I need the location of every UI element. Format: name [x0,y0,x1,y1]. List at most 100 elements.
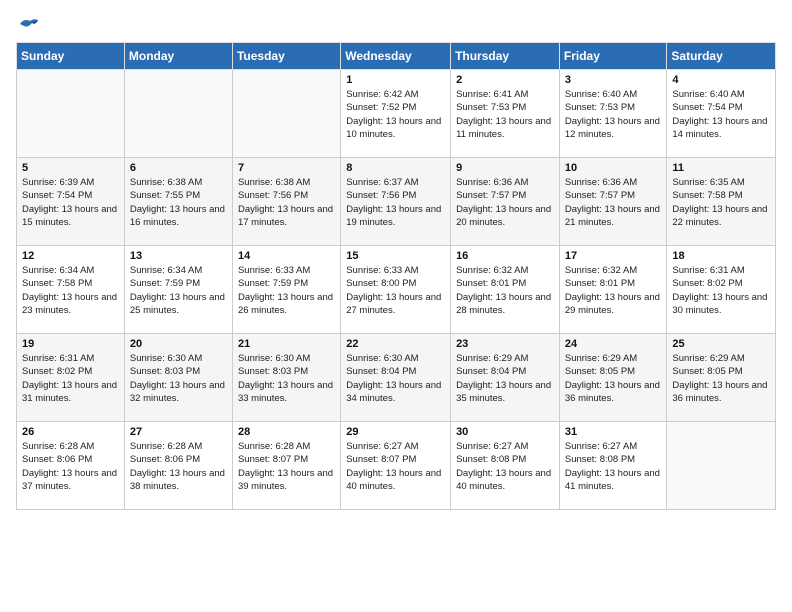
day-number: 5 [22,162,119,174]
day-info: Sunrise: 6:27 AM Sunset: 8:08 PM Dayligh… [565,440,662,493]
day-number: 12 [22,250,119,262]
day-info: Sunrise: 6:40 AM Sunset: 7:54 PM Dayligh… [672,88,770,141]
column-header-wednesday: Wednesday [341,43,451,70]
page-header [16,16,776,30]
calendar-cell: 27 Sunrise: 6:28 AM Sunset: 8:06 PM Dayli… [124,422,232,510]
calendar-cell: 19 Sunrise: 6:31 AM Sunset: 8:02 PM Dayli… [17,334,125,422]
calendar-cell: 22Sunrise: 6:30 AM Sunset: 8:04 PM Dayli… [341,334,451,422]
day-info: Sunrise: 6:29 AM Sunset: 8:05 PM Dayligh… [672,352,770,405]
day-number: 2 [456,74,554,86]
day-number: 1 [346,74,445,86]
day-number: 30 [456,426,554,438]
calendar-cell: 29Sunrise: 6:27 AM Sunset: 8:07 PM Dayli… [341,422,451,510]
column-header-tuesday: Tuesday [232,43,340,70]
column-header-friday: Friday [559,43,667,70]
day-number: 14 [238,250,335,262]
day-number: 7 [238,162,335,174]
calendar-cell: 12Sunrise: 6:34 AM Sunset: 7:58 PM Dayli… [17,246,125,334]
calendar-cell: 3Sunrise: 6:40 AM Sunset: 7:53 PM Daylig… [559,70,667,158]
calendar-cell: 10Sunrise: 6:36 AM Sunset: 7:57 PM Dayli… [559,158,667,246]
day-info: Sunrise: 6:38 AM Sunset: 7:55 PM Dayligh… [130,176,227,229]
calendar-cell: 7 Sunrise: 6:38 AM Sunset: 7:56 PM Daylig… [232,158,340,246]
day-info: Sunrise: 6:29 AM Sunset: 8:04 PM Dayligh… [456,352,554,405]
calendar-cell: 9 Sunrise: 6:36 AM Sunset: 7:57 PM Daylig… [451,158,560,246]
calendar-cell: 21 Sunrise: 6:30 AM Sunset: 8:03 PM Dayli… [232,334,340,422]
day-number: 24 [565,338,662,350]
calendar-cell: 1 Sunrise: 6:42 AM Sunset: 7:52 PM Daylig… [341,70,451,158]
calendar-week-4: 26 Sunrise: 6:28 AM Sunset: 8:06 PM Dayli… [17,422,776,510]
day-info: Sunrise: 6:38 AM Sunset: 7:56 PM Dayligh… [238,176,335,229]
day-number: 20 [130,338,227,350]
calendar-cell: 15Sunrise: 6:33 AM Sunset: 8:00 PM Dayli… [341,246,451,334]
calendar-cell: 24 Sunrise: 6:29 AM Sunset: 8:05 PM Dayli… [559,334,667,422]
day-info: Sunrise: 6:31 AM Sunset: 8:02 PM Dayligh… [672,264,770,317]
calendar-cell: 4 Sunrise: 6:40 AM Sunset: 7:54 PM Daylig… [667,70,776,158]
day-info: Sunrise: 6:27 AM Sunset: 8:08 PM Dayligh… [456,440,554,493]
day-info: Sunrise: 6:32 AM Sunset: 8:01 PM Dayligh… [456,264,554,317]
day-info: Sunrise: 6:29 AM Sunset: 8:05 PM Dayligh… [565,352,662,405]
calendar-cell: 17 Sunrise: 6:32 AM Sunset: 8:01 PM Dayli… [559,246,667,334]
day-number: 27 [130,426,227,438]
day-info: Sunrise: 6:27 AM Sunset: 8:07 PM Dayligh… [346,440,445,493]
day-info: Sunrise: 6:32 AM Sunset: 8:01 PM Dayligh… [565,264,662,317]
calendar-cell: 8 Sunrise: 6:37 AM Sunset: 7:56 PM Daylig… [341,158,451,246]
calendar-week-2: 12Sunrise: 6:34 AM Sunset: 7:58 PM Dayli… [17,246,776,334]
calendar-cell: 2 Sunrise: 6:41 AM Sunset: 7:53 PM Daylig… [451,70,560,158]
calendar-body: 1 Sunrise: 6:42 AM Sunset: 7:52 PM Daylig… [17,70,776,510]
column-header-monday: Monday [124,43,232,70]
day-info: Sunrise: 6:37 AM Sunset: 7:56 PM Dayligh… [346,176,445,229]
day-info: Sunrise: 6:41 AM Sunset: 7:53 PM Dayligh… [456,88,554,141]
calendar-cell: 20 Sunrise: 6:30 AM Sunset: 8:03 PM Dayli… [124,334,232,422]
day-number: 31 [565,426,662,438]
day-number: 4 [672,74,770,86]
day-number: 28 [238,426,335,438]
column-header-thursday: Thursday [451,43,560,70]
day-info: Sunrise: 6:28 AM Sunset: 8:06 PM Dayligh… [22,440,119,493]
day-info: Sunrise: 6:36 AM Sunset: 7:57 PM Dayligh… [456,176,554,229]
day-number: 8 [346,162,445,174]
day-info: Sunrise: 6:33 AM Sunset: 7:59 PM Dayligh… [238,264,335,317]
day-number: 21 [238,338,335,350]
calendar-cell: 30 Sunrise: 6:27 AM Sunset: 8:08 PM Dayli… [451,422,560,510]
calendar-cell: 28 Sunrise: 6:28 AM Sunset: 8:07 PM Dayli… [232,422,340,510]
day-number: 9 [456,162,554,174]
day-info: Sunrise: 6:36 AM Sunset: 7:57 PM Dayligh… [565,176,662,229]
day-number: 18 [672,250,770,262]
calendar-week-1: 5 Sunrise: 6:39 AM Sunset: 7:54 PM Daylig… [17,158,776,246]
calendar-cell [667,422,776,510]
day-info: Sunrise: 6:42 AM Sunset: 7:52 PM Dayligh… [346,88,445,141]
day-info: Sunrise: 6:31 AM Sunset: 8:02 PM Dayligh… [22,352,119,405]
calendar-header-row: SundayMondayTuesdayWednesdayThursdayFrid… [17,43,776,70]
column-header-sunday: Sunday [17,43,125,70]
calendar-cell: 23Sunrise: 6:29 AM Sunset: 8:04 PM Dayli… [451,334,560,422]
calendar-cell: 18 Sunrise: 6:31 AM Sunset: 8:02 PM Dayli… [667,246,776,334]
day-info: Sunrise: 6:35 AM Sunset: 7:58 PM Dayligh… [672,176,770,229]
day-info: Sunrise: 6:30 AM Sunset: 8:03 PM Dayligh… [238,352,335,405]
calendar-cell: 13Sunrise: 6:34 AM Sunset: 7:59 PM Dayli… [124,246,232,334]
logo [16,16,40,30]
calendar-cell [17,70,125,158]
day-info: Sunrise: 6:30 AM Sunset: 8:04 PM Dayligh… [346,352,445,405]
day-info: Sunrise: 6:30 AM Sunset: 8:03 PM Dayligh… [130,352,227,405]
calendar-cell: 11 Sunrise: 6:35 AM Sunset: 7:58 PM Dayli… [667,158,776,246]
day-number: 11 [672,162,770,174]
day-number: 25 [672,338,770,350]
calendar-table: SundayMondayTuesdayWednesdayThursdayFrid… [16,42,776,510]
day-number: 17 [565,250,662,262]
calendar-week-0: 1 Sunrise: 6:42 AM Sunset: 7:52 PM Daylig… [17,70,776,158]
calendar-cell: 25 Sunrise: 6:29 AM Sunset: 8:05 PM Dayli… [667,334,776,422]
day-info: Sunrise: 6:28 AM Sunset: 8:07 PM Dayligh… [238,440,335,493]
calendar-cell: 16Sunrise: 6:32 AM Sunset: 8:01 PM Dayli… [451,246,560,334]
calendar-cell: 31 Sunrise: 6:27 AM Sunset: 8:08 PM Dayli… [559,422,667,510]
day-number: 19 [22,338,119,350]
logo-bird-icon [18,16,40,34]
column-header-saturday: Saturday [667,43,776,70]
day-info: Sunrise: 6:39 AM Sunset: 7:54 PM Dayligh… [22,176,119,229]
day-info: Sunrise: 6:40 AM Sunset: 7:53 PM Dayligh… [565,88,662,141]
calendar-cell [232,70,340,158]
day-info: Sunrise: 6:28 AM Sunset: 8:06 PM Dayligh… [130,440,227,493]
day-number: 15 [346,250,445,262]
calendar-week-3: 19 Sunrise: 6:31 AM Sunset: 8:02 PM Dayli… [17,334,776,422]
day-number: 26 [22,426,119,438]
calendar-cell: 26 Sunrise: 6:28 AM Sunset: 8:06 PM Dayli… [17,422,125,510]
